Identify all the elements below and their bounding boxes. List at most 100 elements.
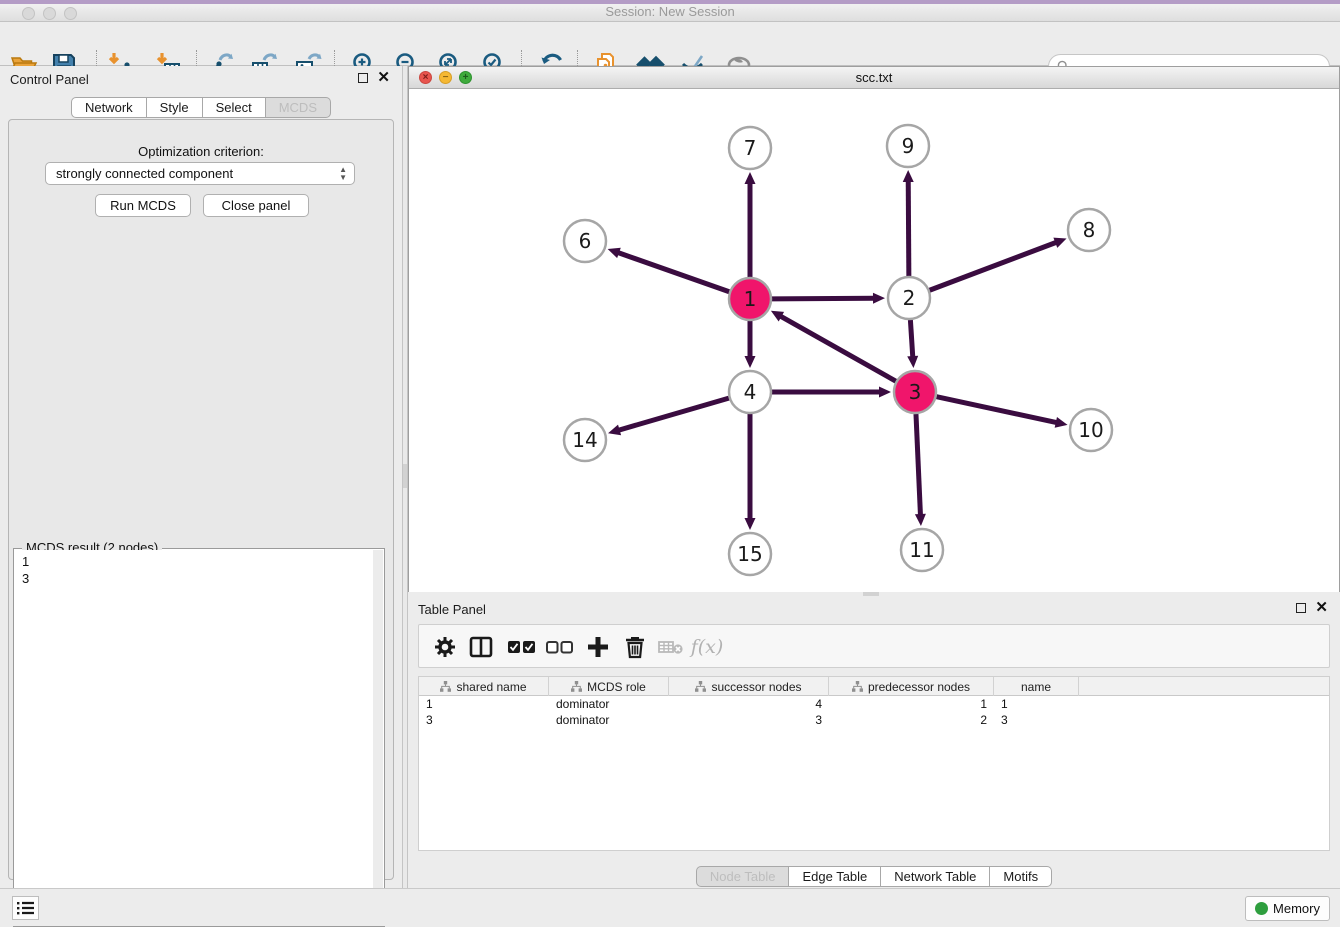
graph-node-label: 15 (737, 542, 762, 566)
control-panel: Control Panel ✕ NetworkStyleSelectMCDS O… (0, 66, 402, 888)
gear-icon (433, 635, 457, 659)
table-panel-float-icon[interactable] (1296, 603, 1306, 613)
edge-arrowhead (745, 172, 756, 184)
table-cell[interactable]: 1 (419, 696, 549, 712)
mcds-result-line: 3 (22, 570, 373, 587)
memory-button[interactable]: Memory (1245, 896, 1330, 921)
tab-edge-table[interactable]: Edge Table (789, 866, 881, 887)
column-header-predecessor-nodes[interactable]: predecessor nodes (829, 677, 994, 696)
table-header-row: shared nameMCDS rolesuccessor nodes prede… (419, 677, 1329, 696)
table-panel-close-icon[interactable]: ✕ (1315, 603, 1328, 613)
criterion-value: strongly connected component (56, 166, 233, 181)
delete-column-button[interactable] (619, 631, 651, 663)
columns-icon (469, 635, 493, 659)
show-columns-button[interactable] (465, 631, 497, 663)
table-cell[interactable]: dominator (549, 712, 669, 728)
edge-arrowhead (903, 170, 914, 182)
edge-arrowhead (745, 518, 756, 530)
table-row[interactable]: 3dominator323 (419, 712, 1329, 728)
graph-edge-2-9[interactable] (908, 180, 909, 276)
graph-node-label: 3 (909, 380, 922, 404)
table-cell[interactable]: dominator (549, 696, 669, 712)
graph-node-label: 1 (744, 287, 757, 311)
graph-edge-1-2[interactable] (772, 298, 875, 299)
graph-node-label: 8 (1083, 218, 1096, 242)
graph-edge-2-3[interactable] (910, 320, 912, 358)
tab-select[interactable]: Select (203, 97, 266, 118)
mcds-panel-body: Optimization criterion: strongly connect… (8, 119, 394, 880)
criterion-dropdown[interactable]: strongly connected component ▲▼ (45, 162, 355, 185)
table-cell[interactable]: 1 (829, 696, 994, 712)
network-graph[interactable]: 1234678910111415 (409, 90, 1339, 592)
mcds-result-line: 1 (22, 553, 373, 570)
column-header-mcds-role[interactable]: MCDS role (549, 677, 669, 696)
trash-icon (624, 635, 646, 659)
list-icon (17, 900, 35, 916)
run-mcds-button[interactable]: Run MCDS (95, 194, 191, 217)
unchecked-boxes-icon (546, 640, 573, 654)
main-toolbar (0, 22, 1340, 66)
graph-node-label: 10 (1078, 418, 1103, 442)
edge-arrowhead (608, 248, 621, 258)
graph-edge-3-11[interactable] (916, 414, 921, 516)
attribute-tree-icon (440, 681, 451, 692)
deselect-all-button[interactable] (543, 631, 575, 663)
tab-motifs[interactable]: Motifs (990, 866, 1052, 887)
splitter-grip[interactable] (403, 464, 407, 488)
dropdown-stepper-icon: ▲▼ (339, 166, 347, 182)
graph-node-label: 4 (744, 380, 757, 404)
window-titlebar: Session: New Session (0, 0, 1340, 22)
column-header-filler (1079, 677, 1329, 696)
graph-edge-3-10[interactable] (937, 397, 1058, 423)
table-row[interactable]: 1dominator411 (419, 696, 1329, 712)
table-panel-title: Table Panel (418, 602, 486, 617)
create-column-button[interactable] (582, 631, 614, 663)
table-cell[interactable]: 3 (419, 712, 549, 728)
control-panel-float-icon[interactable] (358, 73, 368, 83)
network-view-window: × − + scc.txt 1234678910111415 (408, 66, 1340, 592)
graph-edge-2-8[interactable] (930, 242, 1058, 290)
tab-style[interactable]: Style (147, 97, 203, 118)
task-history-button[interactable] (12, 896, 39, 920)
tab-network-table[interactable]: Network Table (881, 866, 990, 887)
graph-node-label: 14 (572, 428, 597, 452)
edge-arrowhead (608, 425, 621, 436)
mcds-result-text[interactable]: 13 (15, 550, 373, 925)
tab-network[interactable]: Network (71, 97, 147, 118)
column-header-name[interactable]: name (994, 677, 1079, 696)
tab-mcds[interactable]: MCDS (266, 97, 331, 118)
table-settings-button[interactable] (429, 631, 461, 663)
graph-edge-1-6[interactable] (617, 252, 729, 291)
graph-edge-3-1[interactable] (780, 316, 896, 382)
table-cell[interactable]: 2 (829, 712, 994, 728)
graph-node-label: 7 (744, 136, 757, 160)
window-title: Session: New Session (0, 4, 1340, 19)
function-builder-button[interactable]: f(x) (691, 631, 723, 663)
column-header-label: predecessor nodes (868, 680, 970, 694)
graph-edge-4-14[interactable] (618, 398, 729, 430)
network-canvas[interactable]: 1234678910111415 (409, 90, 1339, 592)
mcds-result-group: MCDS result (2 nodes) 13 (13, 548, 385, 927)
delete-table-button[interactable] (655, 631, 687, 663)
table-cell[interactable]: 3 (994, 712, 1079, 728)
tab-node-table[interactable]: Node Table (696, 866, 790, 887)
column-header-shared-name[interactable]: shared name (419, 677, 549, 696)
network-window-titlebar[interactable]: × − + scc.txt (409, 67, 1339, 89)
optimization-criterion-label: Optimization criterion: (9, 144, 393, 159)
table-cell[interactable]: 3 (669, 712, 829, 728)
memory-label: Memory (1273, 901, 1320, 916)
result-scrollbar[interactable] (373, 550, 383, 925)
attribute-tree-icon (571, 681, 582, 692)
table-cell[interactable]: 4 (669, 696, 829, 712)
column-header-successor-nodes[interactable]: successor nodes (669, 677, 829, 696)
table-cell[interactable]: 1 (994, 696, 1079, 712)
control-panel-tabs: NetworkStyleSelectMCDS (0, 97, 402, 118)
control-panel-close-icon[interactable]: ✕ (377, 73, 390, 83)
plus-icon (587, 636, 609, 658)
edge-arrowhead (873, 293, 885, 304)
select-all-button[interactable] (505, 631, 537, 663)
node-table: shared nameMCDS rolesuccessor nodes prede… (418, 676, 1330, 851)
close-panel-button[interactable]: Close panel (203, 194, 309, 217)
delete-table-icon (658, 638, 684, 656)
edge-arrowhead (1055, 417, 1068, 428)
